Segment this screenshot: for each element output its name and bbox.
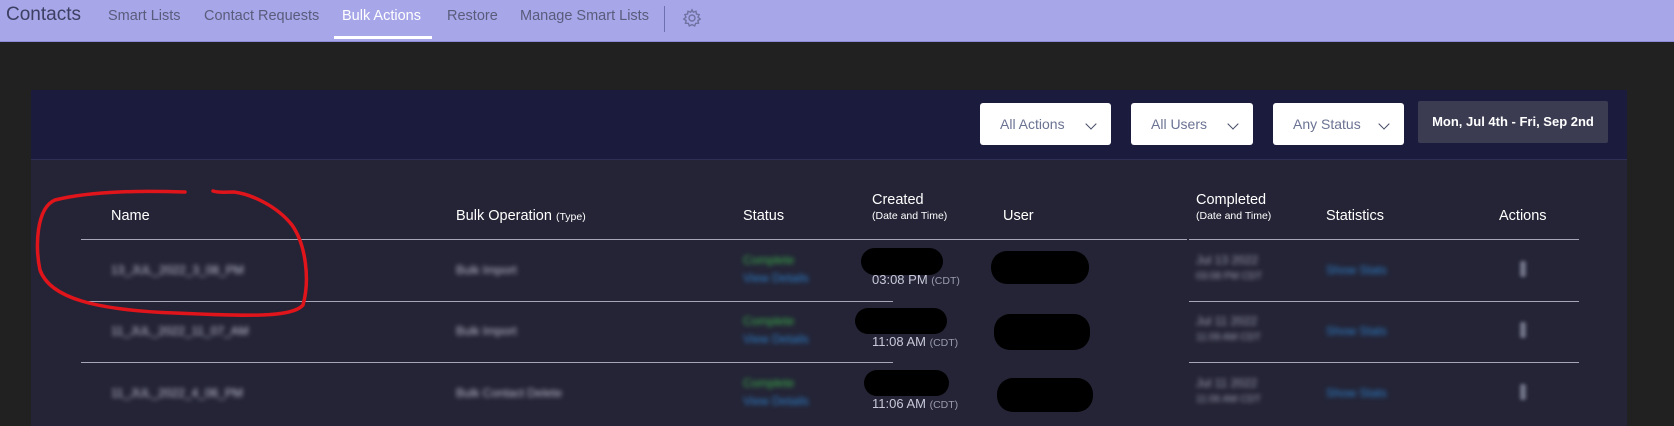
red-annotation-circle: [35, 189, 309, 317]
